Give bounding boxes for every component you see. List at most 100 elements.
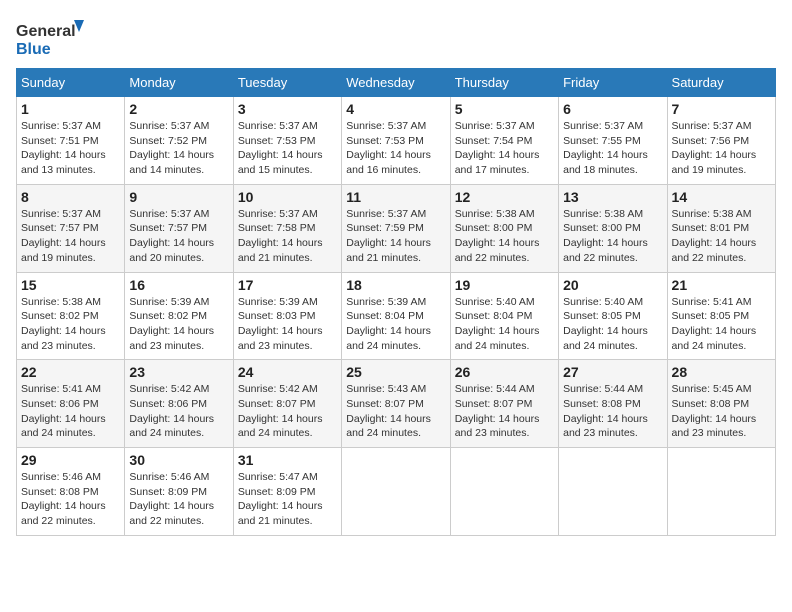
day-cell-25: 25Sunrise: 5:43 AMSunset: 8:07 PMDayligh… [342,360,450,448]
week-row-5: 29 Sunrise: 5:46 AMSunset: 8:08 PMDayligh… [17,448,776,536]
day-cell-13: 13 Sunrise: 5:38 AMSunset: 8:00 PMDayligh… [559,184,667,272]
day-info: Sunrise: 5:39 AMSunset: 8:02 PMDaylight:… [129,295,228,354]
svg-text:Blue: Blue [16,41,51,58]
day-number: 21 [672,277,771,293]
day-info: Sunrise: 5:38 AMSunset: 8:00 PMDaylight:… [563,207,662,266]
day-number: 13 [563,189,662,205]
day-info: Sunrise: 5:37 AMSunset: 7:53 PMDaylight:… [346,119,445,178]
day-cell-5: 5 Sunrise: 5:37 AMSunset: 7:54 PMDaylight… [450,97,558,185]
day-info: Sunrise: 5:38 AMSunset: 8:02 PMDaylight:… [21,295,120,354]
day-number: 11 [346,189,445,205]
day-info: Sunrise: 5:37 AMSunset: 7:52 PMDaylight:… [129,119,228,178]
day-info: Sunrise: 5:47 AMSunset: 8:09 PMDaylight:… [238,470,337,529]
day-cell-7: 7 Sunrise: 5:37 AMSunset: 7:56 PMDaylight… [667,97,775,185]
day-number: 10 [238,189,337,205]
day-cell-2: 2 Sunrise: 5:37 AMSunset: 7:52 PMDaylight… [125,97,233,185]
day-number: 18 [346,277,445,293]
day-cell-24: 24 Sunrise: 5:42 AMSunset: 8:07 PMDayligh… [233,360,341,448]
week-row-3: 15 Sunrise: 5:38 AMSunset: 8:02 PMDayligh… [17,272,776,360]
day-cell-4: 4Sunrise: 5:37 AMSunset: 7:53 PMDaylight… [342,97,450,185]
day-number: 31 [238,452,337,468]
day-number: 17 [238,277,337,293]
weekday-header-saturday: Saturday [667,69,775,97]
day-number: 15 [21,277,120,293]
day-number: 16 [129,277,228,293]
logo: GeneralBlue [16,16,88,60]
day-number: 6 [563,101,662,117]
day-number: 24 [238,364,337,380]
day-cell-30: 30 Sunrise: 5:46 AMSunset: 8:09 PMDayligh… [125,448,233,536]
day-cell-31: 31 Sunrise: 5:47 AMSunset: 8:09 PMDayligh… [233,448,341,536]
day-cell-15: 15 Sunrise: 5:38 AMSunset: 8:02 PMDayligh… [17,272,125,360]
day-info: Sunrise: 5:37 AMSunset: 7:54 PMDaylight:… [455,119,554,178]
day-number: 29 [21,452,120,468]
day-number: 7 [672,101,771,117]
week-row-1: 1Sunrise: 5:37 AMSunset: 7:51 PMDaylight… [17,97,776,185]
empty-cell [450,448,558,536]
page-header: GeneralBlue [16,16,776,60]
day-number: 30 [129,452,228,468]
day-info: Sunrise: 5:37 AMSunset: 7:53 PMDaylight:… [238,119,337,178]
day-cell-10: 10 Sunrise: 5:37 AMSunset: 7:58 PMDayligh… [233,184,341,272]
day-info: Sunrise: 5:45 AMSunset: 8:08 PMDaylight:… [672,382,771,441]
day-cell-17: 17 Sunrise: 5:39 AMSunset: 8:03 PMDayligh… [233,272,341,360]
day-cell-14: 14Sunrise: 5:38 AMSunset: 8:01 PMDayligh… [667,184,775,272]
day-cell-18: 18 Sunrise: 5:39 AMSunset: 8:04 PMDayligh… [342,272,450,360]
day-number: 27 [563,364,662,380]
day-cell-9: 9Sunrise: 5:37 AMSunset: 7:57 PMDaylight… [125,184,233,272]
day-info: Sunrise: 5:37 AMSunset: 7:59 PMDaylight:… [346,207,445,266]
day-info: Sunrise: 5:46 AMSunset: 8:09 PMDaylight:… [129,470,228,529]
day-number: 25 [346,364,445,380]
empty-cell [667,448,775,536]
day-info: Sunrise: 5:39 AMSunset: 8:04 PMDaylight:… [346,295,445,354]
day-number: 9 [129,189,228,205]
day-number: 19 [455,277,554,293]
svg-text:General: General [16,23,76,40]
day-cell-29: 29 Sunrise: 5:46 AMSunset: 8:08 PMDayligh… [17,448,125,536]
empty-cell [342,448,450,536]
day-info: Sunrise: 5:44 AMSunset: 8:08 PMDaylight:… [563,382,662,441]
day-info: Sunrise: 5:44 AMSunset: 8:07 PMDaylight:… [455,382,554,441]
day-number: 3 [238,101,337,117]
day-number: 1 [21,101,120,117]
day-number: 2 [129,101,228,117]
weekday-header-sunday: Sunday [17,69,125,97]
weekday-header-thursday: Thursday [450,69,558,97]
day-number: 14 [672,189,771,205]
weekday-header-row: SundayMondayTuesdayWednesdayThursdayFrid… [17,69,776,97]
day-info: Sunrise: 5:37 AMSunset: 7:58 PMDaylight:… [238,207,337,266]
empty-cell [559,448,667,536]
logo-svg: GeneralBlue [16,16,88,60]
day-cell-23: 23Sunrise: 5:42 AMSunset: 8:06 PMDayligh… [125,360,233,448]
day-cell-21: 21 Sunrise: 5:41 AMSunset: 8:05 PMDayligh… [667,272,775,360]
day-info: Sunrise: 5:46 AMSunset: 8:08 PMDaylight:… [21,470,120,529]
weekday-header-wednesday: Wednesday [342,69,450,97]
day-number: 28 [672,364,771,380]
week-row-2: 8 Sunrise: 5:37 AMSunset: 7:57 PMDaylight… [17,184,776,272]
weekday-header-tuesday: Tuesday [233,69,341,97]
day-number: 20 [563,277,662,293]
day-info: Sunrise: 5:40 AMSunset: 8:04 PMDaylight:… [455,295,554,354]
day-cell-8: 8 Sunrise: 5:37 AMSunset: 7:57 PMDaylight… [17,184,125,272]
day-number: 5 [455,101,554,117]
day-info: Sunrise: 5:37 AMSunset: 7:57 PMDaylight:… [21,207,120,266]
day-cell-28: 28 Sunrise: 5:45 AMSunset: 8:08 PMDayligh… [667,360,775,448]
day-cell-26: 26 Sunrise: 5:44 AMSunset: 8:07 PMDayligh… [450,360,558,448]
day-number: 8 [21,189,120,205]
weekday-header-friday: Friday [559,69,667,97]
day-cell-3: 3 Sunrise: 5:37 AMSunset: 7:53 PMDaylight… [233,97,341,185]
day-cell-22: 22Sunrise: 5:41 AMSunset: 8:06 PMDayligh… [17,360,125,448]
day-info: Sunrise: 5:37 AMSunset: 7:56 PMDaylight:… [672,119,771,178]
day-cell-19: 19 Sunrise: 5:40 AMSunset: 8:04 PMDayligh… [450,272,558,360]
day-number: 22 [21,364,120,380]
day-cell-1: 1Sunrise: 5:37 AMSunset: 7:51 PMDaylight… [17,97,125,185]
week-row-4: 22Sunrise: 5:41 AMSunset: 8:06 PMDayligh… [17,360,776,448]
day-info: Sunrise: 5:42 AMSunset: 8:07 PMDaylight:… [238,382,337,441]
calendar-table: SundayMondayTuesdayWednesdayThursdayFrid… [16,68,776,536]
day-info: Sunrise: 5:39 AMSunset: 8:03 PMDaylight:… [238,295,337,354]
day-cell-11: 11 Sunrise: 5:37 AMSunset: 7:59 PMDayligh… [342,184,450,272]
day-info: Sunrise: 5:41 AMSunset: 8:05 PMDaylight:… [672,295,771,354]
day-number: 26 [455,364,554,380]
day-info: Sunrise: 5:40 AMSunset: 8:05 PMDaylight:… [563,295,662,354]
day-info: Sunrise: 5:37 AMSunset: 7:55 PMDaylight:… [563,119,662,178]
